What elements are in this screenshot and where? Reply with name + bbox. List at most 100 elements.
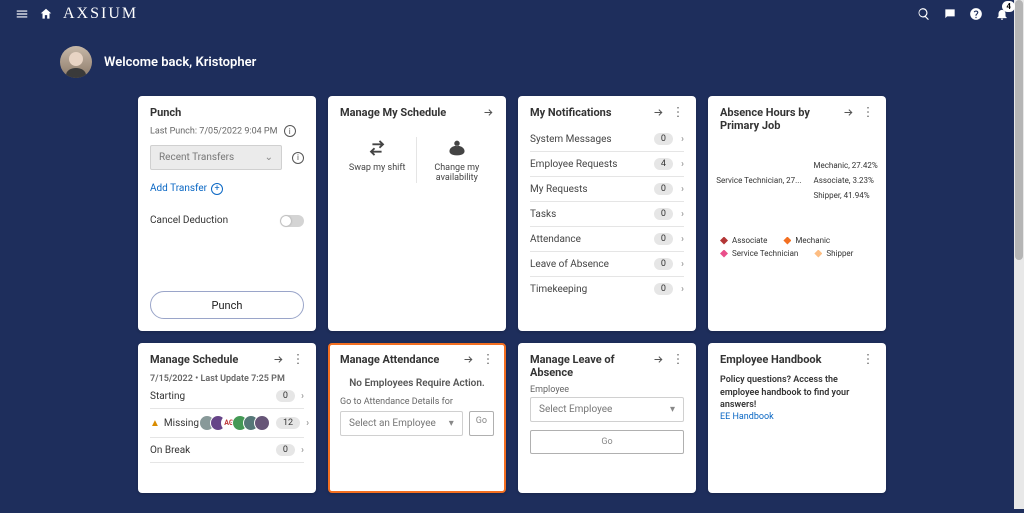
topbar: AXSIUM 4 (0, 0, 1024, 28)
schedule-subtitle: 7/15/2022 • Last Update 7:25 PM (150, 374, 304, 384)
notification-label: My Requests (530, 184, 588, 195)
card-manage-my-schedule: Manage My Schedule Swap my shift Change … (328, 96, 506, 331)
change-availability-button[interactable]: Change my availability (422, 137, 492, 183)
info-icon[interactable]: i (292, 152, 304, 164)
mini-avatar (254, 415, 270, 431)
brand-logo: AXSIUM (63, 5, 138, 23)
swap-shift-button[interactable]: Swap my shift (342, 137, 412, 183)
pie-label-shipper: Shipper, 41.94% (814, 191, 878, 200)
chevron-right-icon: › (681, 184, 684, 195)
leave-go-button[interactable]: Go (530, 430, 684, 454)
leave-employee-select[interactable]: Select Employee ▾ (530, 397, 684, 422)
attendance-heading: No Employees Require Action. (340, 378, 494, 389)
page-scrollbar[interactable] (1014, 0, 1024, 509)
cancel-deduction-toggle[interactable] (280, 215, 304, 227)
notification-count: 0 (654, 258, 673, 270)
more-icon[interactable] (482, 353, 494, 368)
add-transfer-link[interactable]: Add Transfer + (150, 183, 223, 195)
card-punch: Punch Last Punch: 7/05/2022 9:04 PM i Re… (138, 96, 316, 331)
handbook-link[interactable]: EE Handbook (720, 412, 874, 422)
status-label: Starting (150, 391, 185, 402)
legend-item: Service Technician (720, 249, 798, 258)
punch-button[interactable]: Punch (150, 291, 304, 319)
chevron-right-icon: › (306, 418, 309, 429)
leave-label: Employee (530, 385, 684, 395)
warning-icon: ▲ (150, 418, 160, 429)
notification-label: System Messages (530, 134, 612, 145)
notification-label: Timekeeping (530, 284, 587, 295)
notification-item[interactable]: My Requests 0 › (530, 177, 684, 202)
card-absence-hours: Absence Hours by Primary Job Service Tec… (708, 96, 886, 331)
more-icon[interactable] (672, 353, 684, 368)
notification-item[interactable]: Employee Requests 4 › (530, 152, 684, 177)
notification-count: 0 (654, 183, 673, 195)
open-icon[interactable] (272, 353, 284, 368)
pie-label-associate: Associate, 3.23% (814, 176, 878, 185)
more-icon[interactable] (672, 106, 684, 121)
notification-label: Leave of Absence (530, 259, 609, 270)
status-row[interactable]: ▲MissingAG12› (150, 409, 304, 438)
attendance-employee-select[interactable]: Select an Employee ▾ (340, 411, 463, 436)
notification-count: 0 (654, 283, 673, 295)
open-icon[interactable] (652, 353, 664, 368)
card-manage-leave: Manage Leave of Absence Employee Select … (518, 343, 696, 493)
notification-item[interactable]: System Messages0› (530, 127, 684, 152)
card-title: Employee Handbook (720, 353, 862, 366)
notification-item[interactable]: Tasks0› (530, 202, 684, 227)
search-icon[interactable] (917, 7, 931, 21)
notification-item[interactable]: Attendance0› (530, 227, 684, 252)
handbook-text: Policy questions? Access the employee ha… (720, 374, 874, 412)
notification-label: Attendance (530, 234, 581, 245)
status-row[interactable]: Starting0› (150, 384, 304, 409)
chevron-right-icon: › (301, 445, 304, 456)
more-icon[interactable] (862, 106, 874, 121)
notification-label: Tasks (530, 209, 556, 220)
avatar[interactable] (60, 46, 92, 78)
attendance-go-button[interactable]: Go (469, 411, 494, 436)
status-row[interactable]: On Break 0 › (150, 438, 304, 463)
notification-count: 0 (654, 208, 673, 220)
notification-badge: 4 (1002, 1, 1015, 12)
cancel-deduction-label: Cancel Deduction (150, 215, 228, 226)
chevron-right-icon: › (681, 284, 684, 295)
info-icon[interactable]: i (284, 125, 296, 137)
card-title: Manage Leave of Absence (530, 353, 652, 379)
pie-label-mechanic: Mechanic, 27.42% (814, 161, 878, 170)
card-manage-attendance: Manage Attendance No Employees Require A… (328, 343, 506, 493)
welcome-text: Welcome back, Kristopher (104, 55, 256, 70)
scrollbar-thumb[interactable] (1015, 0, 1023, 260)
dashboard-grid: Punch Last Punch: 7/05/2022 9:04 PM i Re… (0, 96, 1024, 513)
chevron-right-icon: › (681, 159, 684, 170)
open-icon[interactable] (652, 106, 664, 121)
chat-icon[interactable] (943, 7, 957, 21)
last-punch: Last Punch: 7/05/2022 9:04 PM i (150, 125, 304, 137)
chevron-down-icon: ▾ (670, 404, 675, 415)
notification-count: 0 (654, 133, 673, 145)
card-title: Manage My Schedule (340, 106, 482, 119)
more-icon[interactable] (862, 353, 874, 368)
notification-item[interactable]: Leave of Absence 0 › (530, 252, 684, 277)
home-icon[interactable] (39, 7, 53, 21)
more-icon[interactable] (292, 353, 304, 368)
legend-item: Mechanic (783, 236, 830, 245)
welcome-bar: Welcome back, Kristopher (0, 28, 1024, 96)
menu-icon[interactable] (15, 7, 29, 21)
status-label: On Break (150, 445, 190, 456)
bell-icon[interactable]: 4 (995, 7, 1009, 21)
notification-count: 4 (654, 158, 673, 170)
chevron-down-icon: ▾ (449, 418, 454, 429)
card-notifications: My Notifications System Messages0›Employ… (518, 96, 696, 331)
legend-item: Associate (720, 236, 767, 245)
chevron-right-icon: › (681, 259, 684, 270)
recent-transfers-select[interactable]: Recent Transfers ⌄ (150, 145, 282, 170)
open-icon[interactable] (482, 106, 494, 121)
help-icon[interactable] (969, 7, 983, 21)
notification-item[interactable]: Timekeeping 0 › (530, 277, 684, 301)
open-icon[interactable] (842, 106, 854, 121)
open-icon[interactable] (462, 353, 474, 368)
card-title: My Notifications (530, 106, 652, 119)
notification-count: 0 (654, 233, 673, 245)
notification-label: Employee Requests (530, 159, 617, 170)
status-count: 0 (276, 444, 295, 456)
status-count: 0 (276, 390, 295, 402)
